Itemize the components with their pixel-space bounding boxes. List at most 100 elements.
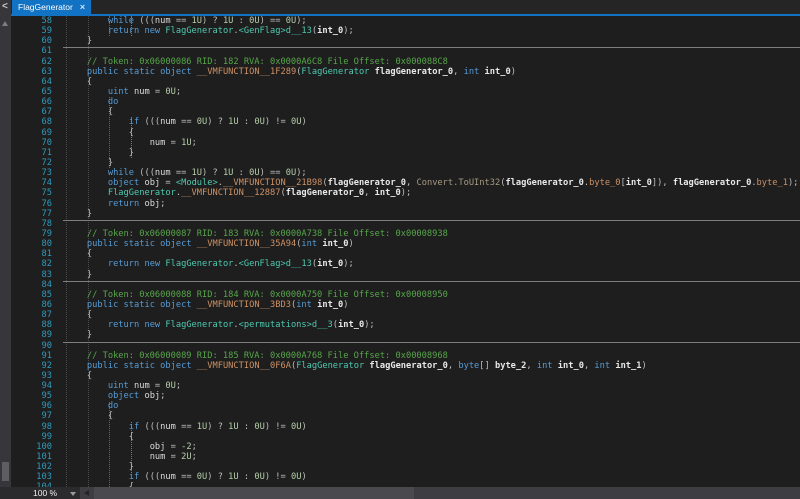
line-number: 81 <box>41 249 52 260</box>
line-number: 89 <box>41 330 52 341</box>
code-line[interactable]: 74 object obj = <Module>.__VMFUNCTION__2… <box>11 178 800 188</box>
code-line[interactable]: 64 { <box>11 77 800 87</box>
code-line[interactable]: 81 { <box>11 249 800 259</box>
code-text: return new FlagGenerator.<GenFlag>d__13(… <box>107 259 354 270</box>
code-editor[interactable]: 58 while (((num == 1U) ? 1U : 0U) == 0U)… <box>11 16 800 487</box>
line-number: 74 <box>41 178 52 189</box>
line-number: 92 <box>41 360 52 371</box>
code-line[interactable]: 103 if (((num == 0U) ? 1U : 0U) != 0U) <box>11 472 800 482</box>
code-line[interactable]: 97 { <box>11 411 800 421</box>
code-text: { <box>66 76 93 87</box>
tab-flaggenerator[interactable]: FlagGenerator × <box>12 0 92 14</box>
code-line[interactable]: 95 object obj; <box>11 391 800 401</box>
code-line[interactable]: 78 <box>11 219 800 229</box>
code-line[interactable]: 60 } <box>11 36 800 46</box>
member-separator <box>63 341 800 343</box>
code-line[interactable]: 86 public static object __VMFUNCTION__3B… <box>11 300 800 310</box>
zoom-control[interactable]: 100 % <box>0 487 80 499</box>
code-line[interactable]: 77 } <box>11 209 800 219</box>
code-line[interactable]: 61 <box>11 46 800 56</box>
code-line[interactable]: 92 public static object __VMFUNCTION__0F… <box>11 361 800 371</box>
line-number: 70 <box>41 137 52 148</box>
collapse-left-icon[interactable]: < <box>2 0 8 13</box>
code-line[interactable]: 65 uint num = 0U; <box>11 87 800 97</box>
code-text: do <box>107 401 119 412</box>
code-line[interactable]: 58 while (((num == 1U) ? 1U : 0U) == 0U)… <box>11 16 800 26</box>
line-number: 68 <box>41 117 52 128</box>
code-line[interactable]: 66 do <box>11 97 800 107</box>
scroll-up-icon[interactable] <box>2 21 8 26</box>
code-line[interactable]: 99 { <box>11 432 800 442</box>
line-number: 83 <box>41 269 52 280</box>
code-line[interactable]: 87 { <box>11 310 800 320</box>
code-line[interactable]: 90 <box>11 341 800 351</box>
code-line[interactable]: 63 public static object __VMFUNCTION__1F… <box>11 67 800 77</box>
line-number: 73 <box>41 168 52 179</box>
code-text: do <box>107 97 119 108</box>
vertical-scrollbar-thumb[interactable] <box>2 462 9 481</box>
line-number: 94 <box>41 381 52 392</box>
code-line[interactable]: 93 { <box>11 371 800 381</box>
tab-close-icon[interactable]: × <box>80 0 85 14</box>
code-line[interactable]: 89 } <box>11 330 800 340</box>
code-text: return new FlagGenerator.<GenFlag>d__13(… <box>107 26 354 37</box>
code-text: return new FlagGenerator.<permutations>d… <box>107 320 375 331</box>
code-line[interactable]: 70 num = 1U; <box>11 138 800 148</box>
code-line[interactable]: 102 } <box>11 462 800 472</box>
code-text: { <box>66 127 134 138</box>
code-text: // Token: 0x06000088 RID: 184 RVA: 0x000… <box>86 289 448 300</box>
code-line[interactable]: 83 } <box>11 270 800 280</box>
line-number: 67 <box>41 107 52 118</box>
line-number: 63 <box>41 66 52 77</box>
code-line[interactable]: 75 FlagGenerator.__VMFUNCTION__12887(fla… <box>11 188 800 198</box>
code-line[interactable]: 91 // Token: 0x06000089 RID: 185 RVA: 0x… <box>11 351 800 361</box>
code-line[interactable]: 59 return new FlagGenerator.<GenFlag>d__… <box>11 26 800 36</box>
code-text: } <box>66 269 93 280</box>
code-line[interactable]: 71 } <box>11 148 800 158</box>
code-text: obj = -2; <box>149 441 197 452</box>
code-text: } <box>66 330 93 341</box>
code-line[interactable]: 79 // Token: 0x06000087 RID: 183 RVA: 0x… <box>11 229 800 239</box>
line-number: 90 <box>41 340 52 351</box>
code-line[interactable]: 72 } <box>11 158 800 168</box>
code-text: { <box>66 370 93 381</box>
line-number: 62 <box>41 56 52 67</box>
line-number: 79 <box>41 228 52 239</box>
code-text: } <box>66 36 93 47</box>
code-line[interactable]: 73 while (((num == 1U) ? 1U : 0U) == 0U)… <box>11 168 800 178</box>
code-line[interactable]: 85 // Token: 0x06000088 RID: 184 RVA: 0x… <box>11 290 800 300</box>
horizontal-scrollbar-thumb[interactable] <box>94 487 414 499</box>
code-line[interactable]: 88 return new FlagGenerator.<permutation… <box>11 320 800 330</box>
code-line[interactable]: 82 return new FlagGenerator.<GenFlag>d__… <box>11 259 800 269</box>
line-number: 61 <box>41 46 52 57</box>
zoom-dropdown-icon[interactable] <box>70 492 76 496</box>
code-line[interactable]: 84 <box>11 280 800 290</box>
code-line[interactable]: 62 // Token: 0x06000086 RID: 182 RVA: 0x… <box>11 57 800 67</box>
line-number: 72 <box>41 157 52 168</box>
left-panel-scrollbar[interactable]: < <box>0 0 11 499</box>
code-text: num = 1U; <box>149 137 197 148</box>
code-text: if (((num == 0U) ? 1U : 0U) != 0U) <box>128 117 307 128</box>
code-line[interactable]: 76 return obj; <box>11 199 800 209</box>
code-line[interactable]: 68 if (((num == 0U) ? 1U : 0U) != 0U) <box>11 117 800 127</box>
status-bar: 100 % <box>0 487 800 499</box>
code-line[interactable]: 69 { <box>11 128 800 138</box>
code-text: public static object __VMFUNCTION__0F6A(… <box>86 360 647 371</box>
code-text: public static object __VMFUNCTION__35A94… <box>86 239 354 250</box>
code-line[interactable]: 100 obj = -2; <box>11 442 800 452</box>
code-text: { <box>66 411 114 422</box>
line-number: 71 <box>41 147 52 158</box>
code-text: num = 2U; <box>149 452 197 463</box>
code-line[interactable]: 101 num = 2U; <box>11 452 800 462</box>
code-line[interactable]: 80 public static object __VMFUNCTION__35… <box>11 239 800 249</box>
line-number: 99 <box>41 431 52 442</box>
code-text: } <box>66 157 114 168</box>
code-line[interactable]: 96 do <box>11 401 800 411</box>
code-line[interactable]: 94 uint num = 0U; <box>11 381 800 391</box>
code-line[interactable]: 67 { <box>11 107 800 117</box>
code-text: // Token: 0x06000089 RID: 185 RVA: 0x000… <box>86 350 448 361</box>
code-line[interactable]: 98 if (((num == 1U) ? 1U : 0U) != 0U) <box>11 422 800 432</box>
scroll-left-icon[interactable] <box>84 490 89 496</box>
line-number: 98 <box>41 421 52 432</box>
line-number: 66 <box>41 97 52 108</box>
